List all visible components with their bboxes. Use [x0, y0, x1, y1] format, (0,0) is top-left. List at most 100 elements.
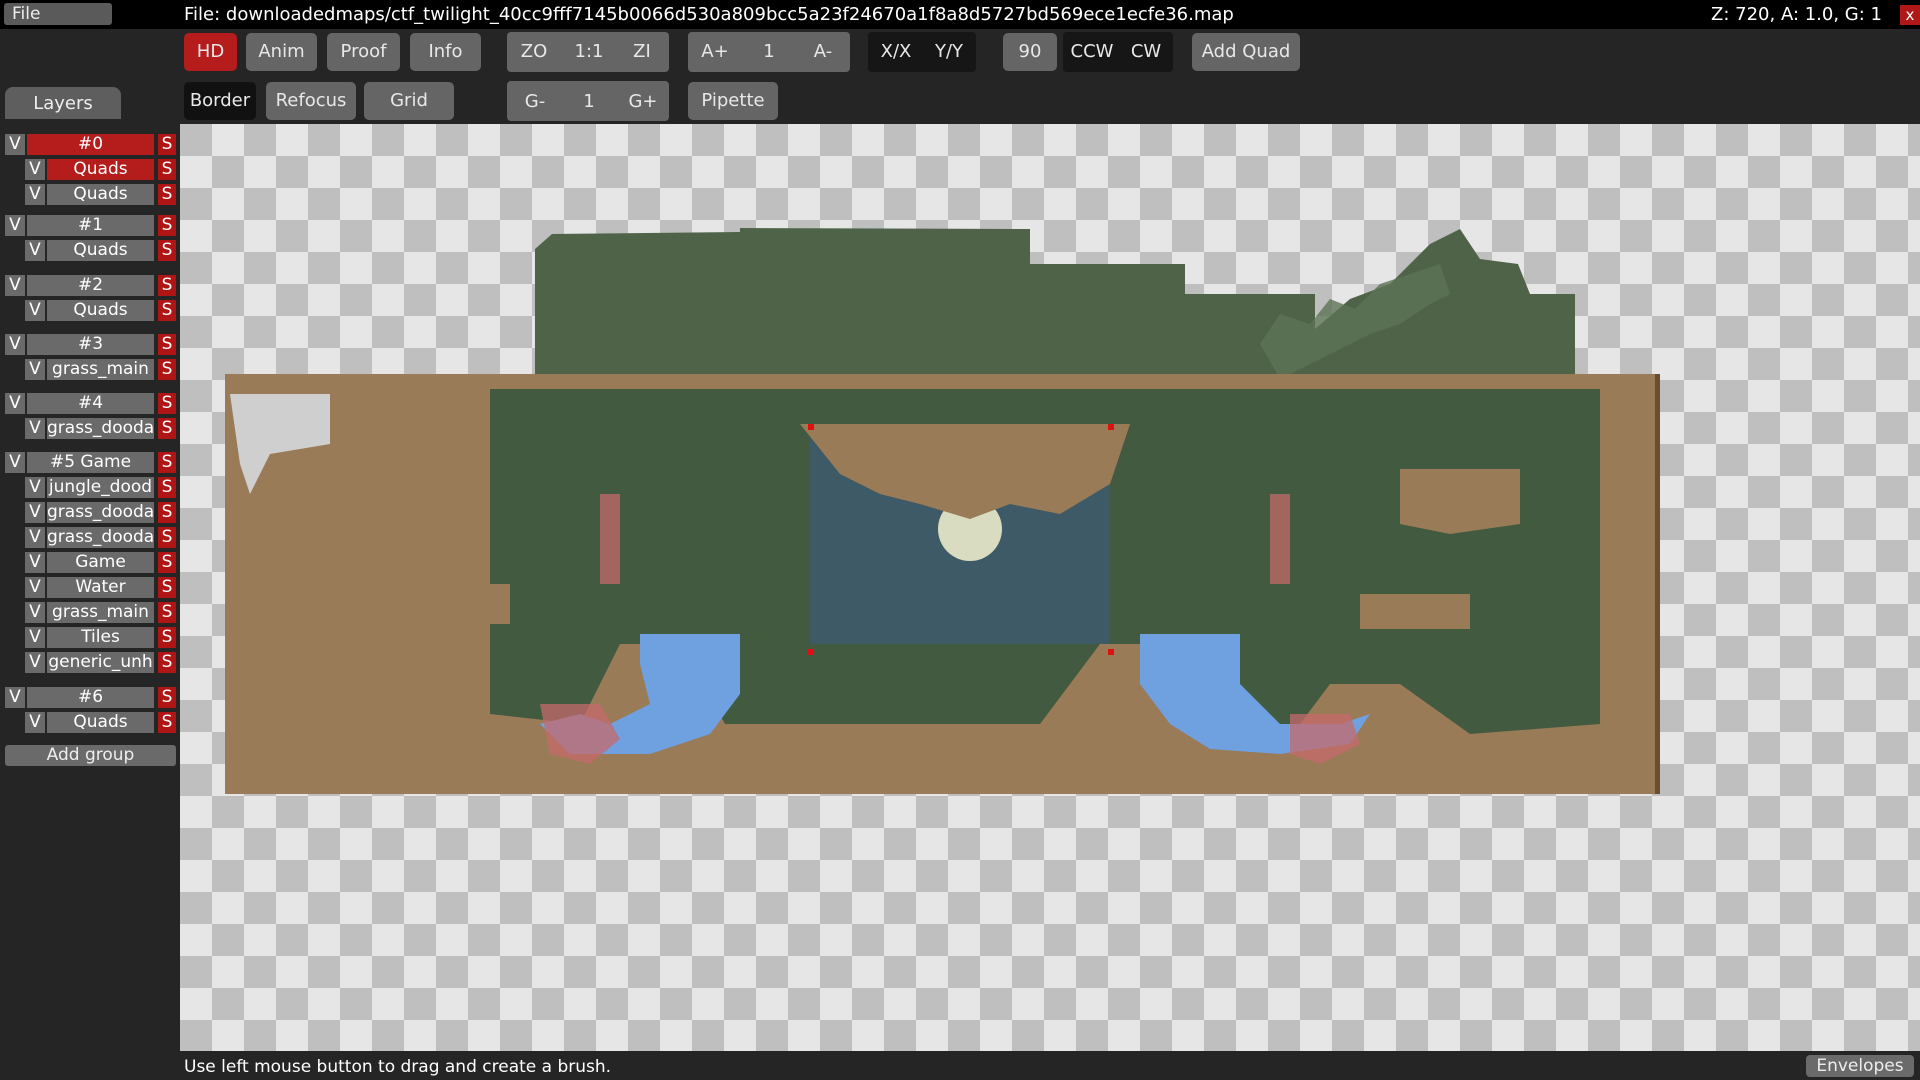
layer-group-row[interactable]: V #5 Game S: [5, 452, 176, 473]
layer-solo-toggle[interactable]: S: [158, 502, 176, 523]
envelopes-button[interactable]: Envelopes: [1806, 1055, 1914, 1077]
layer-solo-toggle[interactable]: S: [158, 627, 176, 648]
layer-visibility-toggle[interactable]: V: [25, 418, 45, 439]
zoom-reset-button[interactable]: 1:1: [566, 33, 612, 71]
layer-visibility-toggle[interactable]: V: [25, 712, 45, 733]
layer-solo-toggle[interactable]: S: [158, 577, 176, 598]
layer-visibility-toggle[interactable]: V: [25, 159, 45, 180]
zoom-out-button[interactable]: ZO: [512, 33, 556, 71]
group-name[interactable]: #1: [27, 215, 154, 236]
layer-row[interactable]: Vgrass_main S: [25, 359, 176, 380]
layer-row[interactable]: Vgrass_dooda S: [25, 502, 176, 523]
layer-visibility-toggle[interactable]: V: [25, 300, 45, 321]
layer-row[interactable]: V Quads S: [25, 240, 176, 261]
group-name[interactable]: #4: [27, 393, 154, 414]
layer-row[interactable]: Vgrass_dooda S: [25, 418, 176, 439]
layer-solo-toggle[interactable]: S: [158, 359, 176, 380]
zoom-in-button[interactable]: ZI: [620, 33, 664, 71]
group-name[interactable]: #5 Game: [27, 452, 154, 473]
layer-visibility-toggle[interactable]: V: [25, 359, 45, 380]
layer-row[interactable]: V Quads S: [25, 159, 176, 180]
layer-row[interactable]: Vgrass_dooda S: [25, 527, 176, 548]
layer-solo-toggle[interactable]: S: [158, 184, 176, 205]
layer-visibility-toggle[interactable]: V: [25, 602, 45, 623]
border-button[interactable]: Border: [184, 82, 256, 120]
layer-visibility-toggle[interactable]: V: [25, 184, 45, 205]
layer-solo-toggle[interactable]: S: [158, 159, 176, 180]
layer-solo-toggle[interactable]: S: [158, 652, 176, 673]
group-name[interactable]: #3: [27, 334, 154, 355]
group-visibility-toggle[interactable]: V: [5, 687, 25, 708]
group-visibility-toggle[interactable]: V: [5, 215, 25, 236]
group-visibility-toggle[interactable]: V: [5, 334, 25, 355]
layer-group-row[interactable]: V #0 S: [5, 134, 176, 155]
group-solo-toggle[interactable]: S: [158, 134, 176, 155]
group-visibility-toggle[interactable]: V: [5, 134, 25, 155]
layer-row[interactable]: V Quads S: [25, 184, 176, 205]
layer-name[interactable]: grass_main: [47, 602, 154, 623]
layer-name[interactable]: Tiles: [47, 627, 154, 648]
layer-name[interactable]: Game: [47, 552, 154, 573]
group-name[interactable]: #6: [27, 687, 154, 708]
layer-name[interactable]: Quads: [47, 300, 154, 321]
layer-row[interactable]: V Quads S: [25, 712, 176, 733]
refocus-button[interactable]: Refocus: [266, 82, 356, 120]
layer-group-row[interactable]: V #4 S: [5, 393, 176, 414]
layer-row[interactable]: V Water S: [25, 577, 176, 598]
layer-visibility-toggle[interactable]: V: [25, 627, 45, 648]
group-visibility-toggle[interactable]: V: [5, 275, 25, 296]
layer-visibility-toggle[interactable]: V: [25, 577, 45, 598]
rotation-angle-field[interactable]: 90: [1003, 33, 1057, 71]
layer-visibility-toggle[interactable]: V: [25, 240, 45, 261]
layer-name[interactable]: Quads: [47, 184, 154, 205]
pipette-button[interactable]: Pipette: [688, 82, 778, 120]
layer-name[interactable]: grass_main: [47, 359, 154, 380]
layers-tab[interactable]: Layers: [5, 87, 121, 119]
grid-increase-button[interactable]: G+: [620, 83, 666, 121]
group-solo-toggle[interactable]: S: [158, 393, 176, 414]
group-visibility-toggle[interactable]: V: [5, 393, 25, 414]
rotate-cw-button[interactable]: CW: [1122, 33, 1170, 71]
add-group-button[interactable]: Add group: [5, 745, 176, 766]
layer-solo-toggle[interactable]: S: [158, 300, 176, 321]
layer-visibility-toggle[interactable]: V: [25, 652, 45, 673]
layer-row[interactable]: V Tiles S: [25, 627, 176, 648]
layer-row[interactable]: V Game S: [25, 552, 176, 573]
layer-visibility-toggle[interactable]: V: [25, 477, 45, 498]
group-name[interactable]: #2: [27, 275, 154, 296]
hd-button[interactable]: HD: [184, 33, 237, 71]
layer-name[interactable]: generic_unh: [47, 652, 154, 673]
rotate-ccw-button[interactable]: CCW: [1066, 33, 1118, 71]
layer-group-row[interactable]: V #2 S: [5, 275, 176, 296]
layer-solo-toggle[interactable]: S: [158, 240, 176, 261]
layer-row[interactable]: Vjungle_dood S: [25, 477, 176, 498]
flip-y-button[interactable]: Y/Y: [925, 33, 973, 71]
proof-button[interactable]: Proof: [327, 33, 400, 71]
layer-solo-toggle[interactable]: S: [158, 418, 176, 439]
layer-solo-toggle[interactable]: S: [158, 552, 176, 573]
layer-solo-toggle[interactable]: S: [158, 477, 176, 498]
layer-solo-toggle[interactable]: S: [158, 602, 176, 623]
layer-name[interactable]: Quads: [47, 159, 154, 180]
file-menu[interactable]: File: [4, 3, 112, 25]
group-visibility-toggle[interactable]: V: [5, 452, 25, 473]
layer-visibility-toggle[interactable]: V: [25, 527, 45, 548]
group-solo-toggle[interactable]: S: [158, 452, 176, 473]
info-button[interactable]: Info: [410, 33, 481, 71]
layer-name[interactable]: jungle_dood: [47, 477, 154, 498]
close-button[interactable]: x: [1900, 5, 1920, 25]
group-solo-toggle[interactable]: S: [158, 215, 176, 236]
layer-name[interactable]: Water: [47, 577, 154, 598]
group-solo-toggle[interactable]: S: [158, 275, 176, 296]
group-solo-toggle[interactable]: S: [158, 334, 176, 355]
layer-solo-toggle[interactable]: S: [158, 712, 176, 733]
layer-row[interactable]: Vgrass_main S: [25, 602, 176, 623]
layer-row[interactable]: Vgeneric_unh S: [25, 652, 176, 673]
grid-decrease-button[interactable]: G-: [512, 83, 558, 121]
group-name[interactable]: #0: [27, 134, 154, 155]
layer-name[interactable]: grass_dooda: [47, 527, 154, 548]
layer-group-row[interactable]: V #3 S: [5, 334, 176, 355]
map-canvas[interactable]: [180, 124, 1920, 1051]
add-quad-button[interactable]: Add Quad: [1192, 33, 1300, 71]
layer-name[interactable]: grass_dooda: [47, 418, 154, 439]
